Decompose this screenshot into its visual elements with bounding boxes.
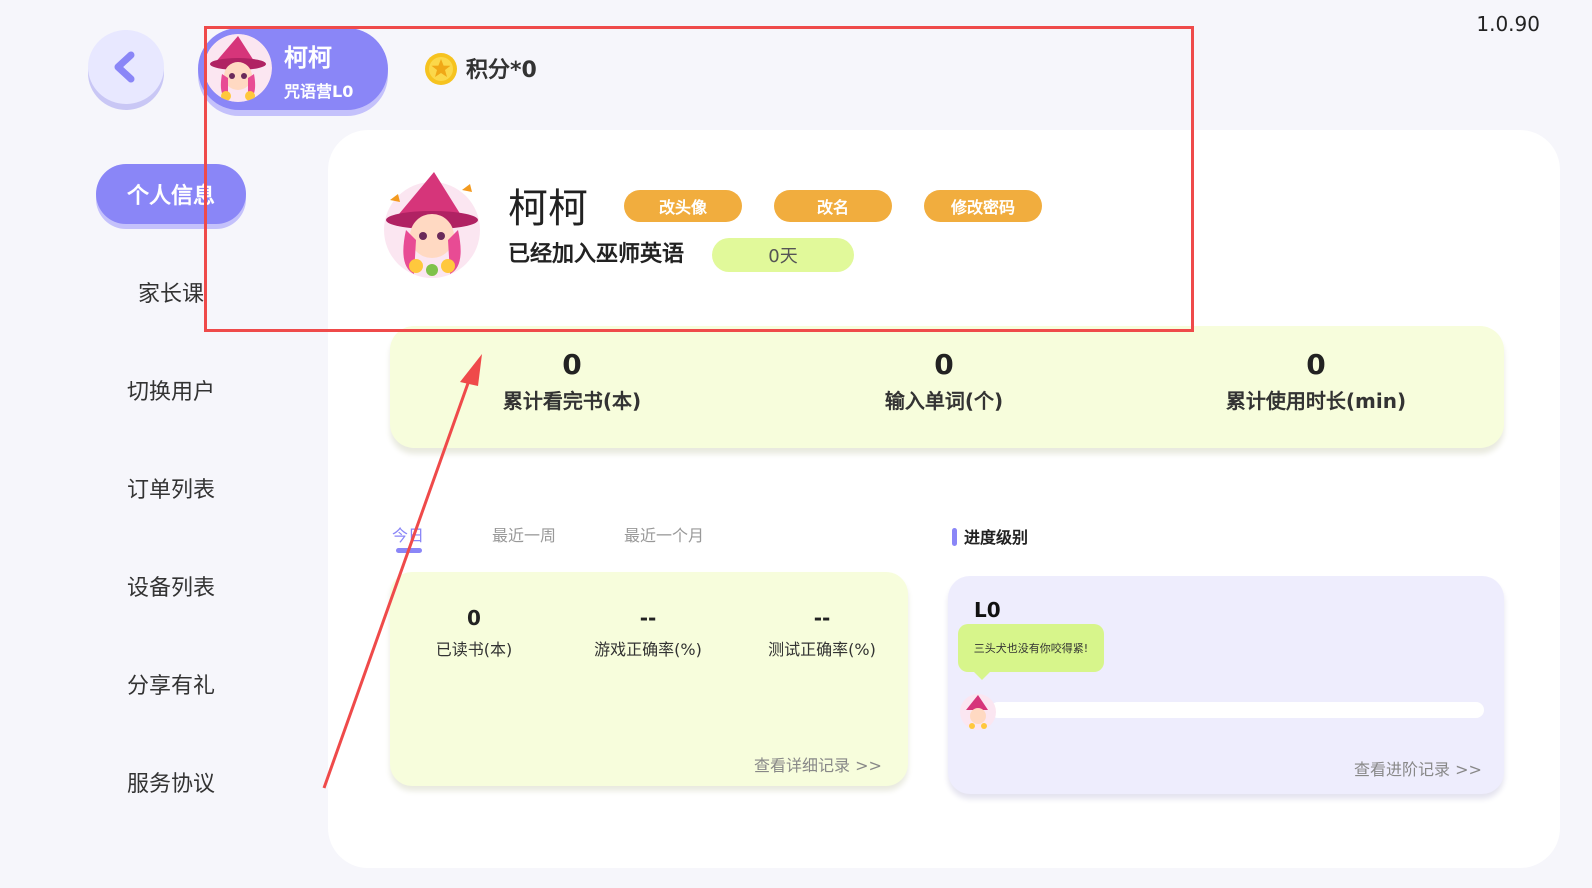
section-marker bbox=[952, 528, 957, 546]
chevron-left-icon bbox=[114, 51, 135, 83]
speech-bubble: 三头犬也没有你咬得紧! bbox=[958, 624, 1104, 672]
app-version: 1.0.90 bbox=[1476, 12, 1540, 36]
stat-value: 0 bbox=[1306, 348, 1326, 381]
today-books-read: 0 已读书(本) bbox=[384, 606, 564, 660]
sidebar-item-switch-user[interactable]: 切换用户 bbox=[96, 360, 246, 420]
stat-value: 0 bbox=[562, 348, 582, 381]
tab-indicator bbox=[396, 548, 422, 553]
view-details-link[interactable]: 查看详细记录 >> bbox=[754, 752, 882, 776]
stat-label: 累计看完书(本) bbox=[502, 389, 642, 413]
sidebar-item-orders[interactable]: 订单列表 bbox=[96, 458, 246, 518]
sidebar-item-share[interactable]: 分享有礼 bbox=[96, 654, 246, 714]
today-value: -- bbox=[639, 606, 657, 630]
sidebar-item-devices[interactable]: 设备列表 bbox=[96, 556, 246, 616]
stat-label: 输入单词(个) bbox=[884, 389, 1004, 413]
back-button[interactable] bbox=[88, 30, 164, 104]
sidebar-item-agreement[interactable]: 服务协议 bbox=[96, 752, 246, 812]
stat-label: 累计使用时长(min) bbox=[1225, 389, 1407, 413]
speech-bubble-tail bbox=[972, 670, 992, 680]
level-label: L0 bbox=[974, 598, 1001, 622]
stat-usage-time: 0 累计使用时长(min) bbox=[1186, 348, 1446, 414]
stat-words: 0 输入单词(个) bbox=[814, 348, 1074, 414]
view-progress-link[interactable]: 查看进阶记录 >> bbox=[1354, 756, 1482, 780]
stat-books: 0 累计看完书(本) bbox=[442, 348, 702, 414]
progress-avatar bbox=[960, 694, 996, 730]
today-game-accuracy: -- 游戏正确率(%) bbox=[558, 606, 738, 660]
annotation-rectangle bbox=[204, 26, 1194, 332]
progress-title: 进度级别 bbox=[964, 528, 1029, 547]
today-label: 测试正确率(%) bbox=[768, 640, 876, 659]
today-test-accuracy: -- 测试正确率(%) bbox=[732, 606, 912, 660]
today-label: 游戏正确率(%) bbox=[594, 640, 702, 659]
tab-last-month[interactable]: 最近一个月 bbox=[624, 522, 704, 546]
tab-today[interactable]: 今日 bbox=[392, 522, 424, 546]
progress-track bbox=[990, 702, 1484, 718]
today-value: -- bbox=[813, 606, 831, 630]
tab-last-week[interactable]: 最近一周 bbox=[492, 522, 556, 546]
today-label: 已读书(本) bbox=[435, 640, 513, 659]
stat-value: 0 bbox=[934, 348, 954, 381]
today-value: 0 bbox=[467, 606, 481, 630]
